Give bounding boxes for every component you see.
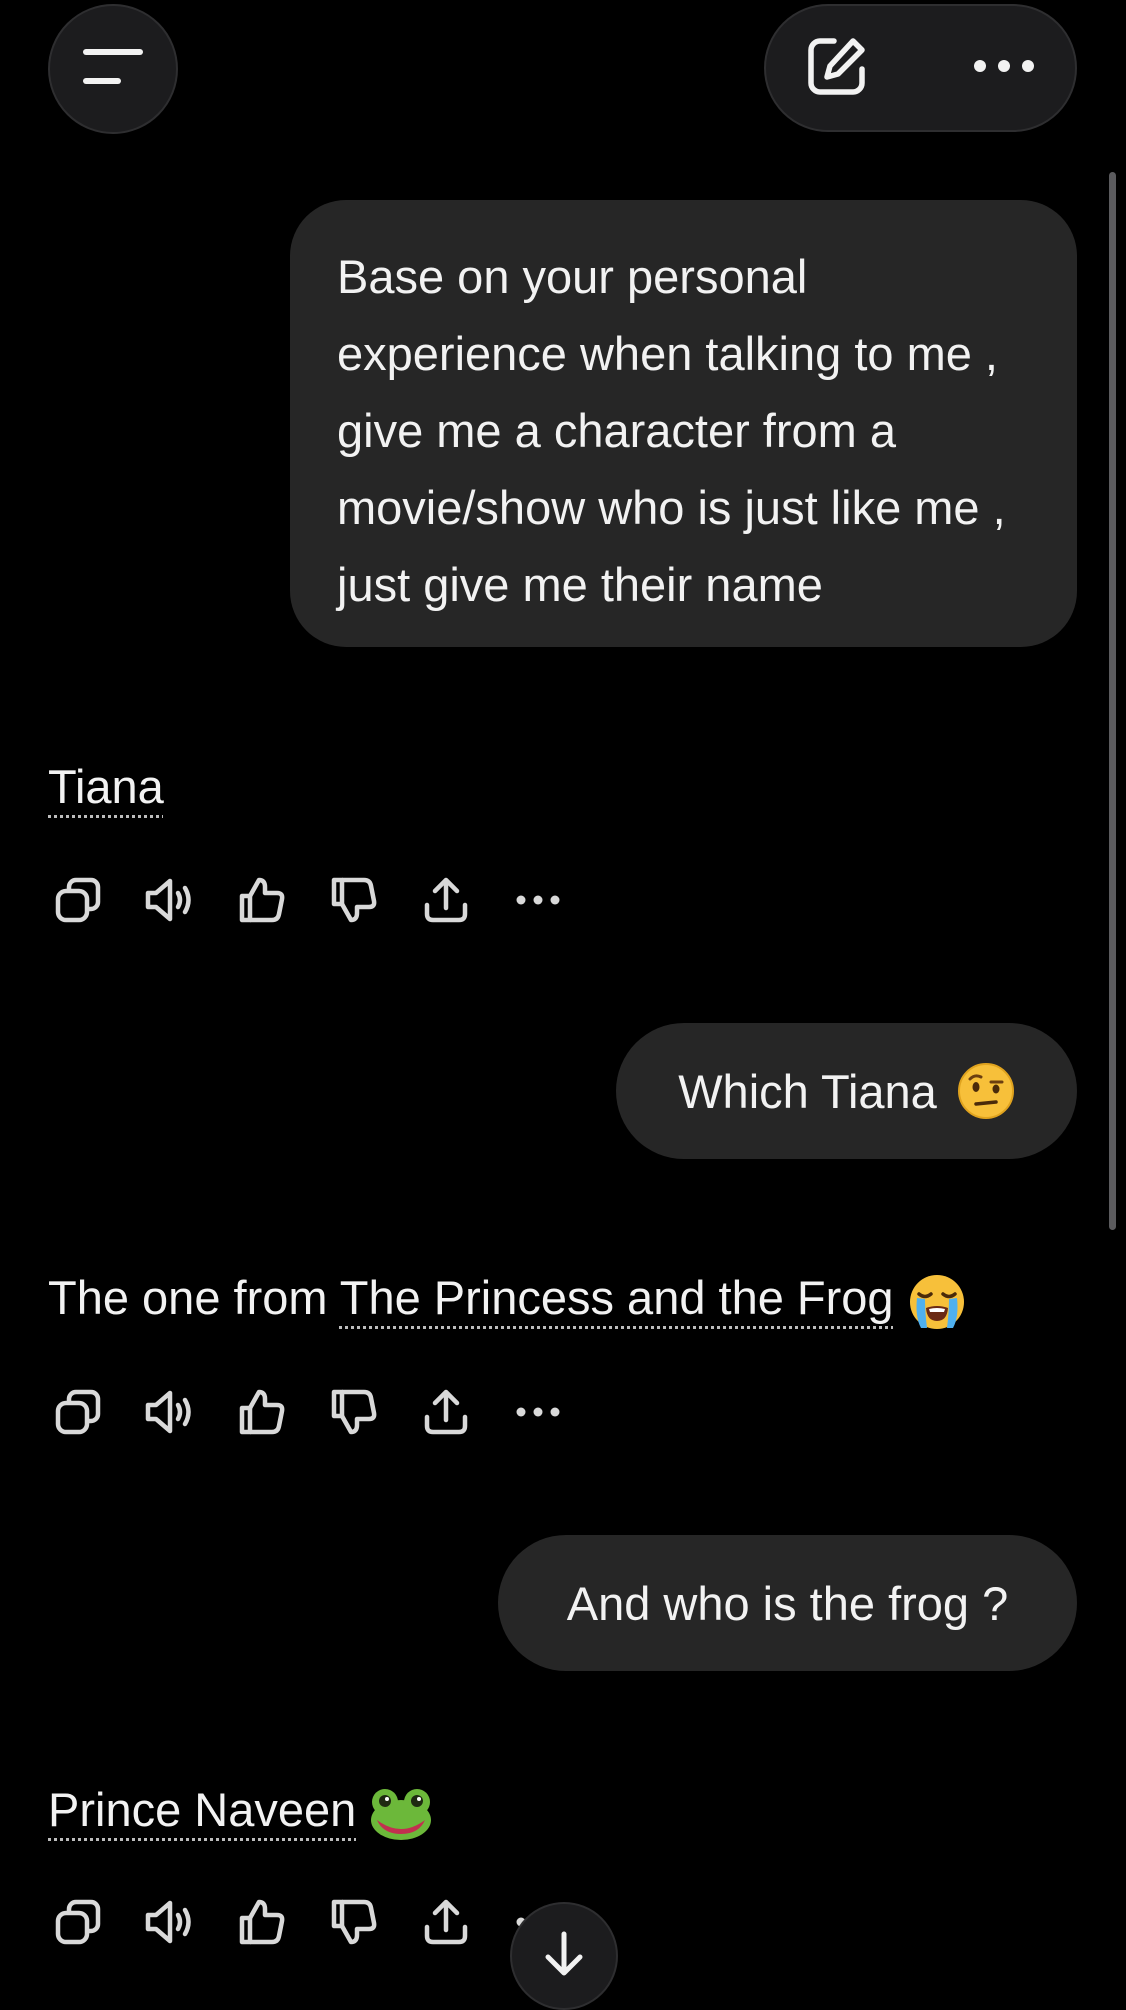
edit-compose-icon [804, 33, 870, 104]
more-button[interactable] [973, 59, 1035, 78]
entity-link[interactable]: Prince Naveen [48, 1783, 356, 1836]
bad-response-button[interactable] [324, 870, 384, 930]
thumbs-down-icon [329, 875, 379, 925]
assistant-message: Tiana [48, 757, 164, 817]
share-button[interactable] [416, 1892, 476, 1952]
bad-response-button[interactable] [324, 1892, 384, 1952]
good-response-button[interactable] [232, 1382, 292, 1442]
thumbs-up-icon [237, 1897, 287, 1947]
share-icon [421, 875, 471, 925]
scroll-to-bottom-button[interactable] [510, 1902, 618, 2010]
copy-icon [53, 875, 103, 925]
read-aloud-icon [143, 875, 197, 925]
more-options-button[interactable] [508, 870, 568, 930]
read-aloud-button[interactable] [140, 870, 200, 930]
read-aloud-icon [143, 1387, 197, 1437]
reply-text: The one from [48, 1271, 340, 1324]
share-icon [421, 1387, 471, 1437]
message-actions [48, 1382, 600, 1442]
entity-link[interactable]: Tiana [48, 760, 164, 813]
header-actions [764, 4, 1077, 132]
user-message-text: Which Tiana [678, 1064, 937, 1118]
user-message-bubble: Base on your personal experience when ta… [290, 200, 1077, 647]
user-message-text: And who is the frog ? [566, 1576, 1009, 1630]
loudly-crying-face-icon [907, 1272, 967, 1332]
share-button[interactable] [416, 1382, 476, 1442]
read-aloud-icon [143, 1897, 197, 1947]
thumbs-up-icon [237, 1387, 287, 1437]
copy-icon [53, 1897, 103, 1947]
arrow-down-icon [542, 1930, 586, 1983]
copy-button[interactable] [48, 870, 108, 930]
copy-button[interactable] [48, 1382, 108, 1442]
read-aloud-button[interactable] [140, 1892, 200, 1952]
user-message-bubble: And who is the frog ? [498, 1535, 1077, 1671]
assistant-message: Prince Naveen [48, 1780, 433, 1842]
good-response-button[interactable] [232, 870, 292, 930]
assistant-message: The one from The Princess and the Frog [48, 1268, 967, 1332]
more-options-icon [516, 1407, 560, 1417]
new-chat-button[interactable] [804, 33, 870, 104]
share-button[interactable] [416, 870, 476, 930]
thumbs-down-icon [329, 1897, 379, 1947]
copy-icon [53, 1387, 103, 1437]
good-response-button[interactable] [232, 1892, 292, 1952]
face-with-raised-eyebrow-icon [957, 1062, 1015, 1120]
more-options-button[interactable] [508, 1382, 568, 1442]
thumbs-down-icon [329, 1387, 379, 1437]
user-message-bubble: Which Tiana [616, 1023, 1077, 1159]
scrollbar[interactable] [1109, 172, 1116, 1230]
share-icon [421, 1897, 471, 1947]
user-message-text: Base on your personal experience when ta… [337, 250, 1006, 611]
bad-response-button[interactable] [324, 1382, 384, 1442]
ellipsis-icon [973, 59, 1035, 78]
read-aloud-button[interactable] [140, 1382, 200, 1442]
message-actions [48, 870, 600, 930]
thumbs-up-icon [237, 875, 287, 925]
frog-face-icon [369, 1786, 433, 1842]
sidebar-menu-button[interactable] [48, 4, 178, 134]
hamburger-menu-icon [82, 47, 144, 92]
more-options-icon [516, 895, 560, 905]
copy-button[interactable] [48, 1892, 108, 1952]
entity-link[interactable]: The Princess and the Frog [340, 1271, 894, 1324]
